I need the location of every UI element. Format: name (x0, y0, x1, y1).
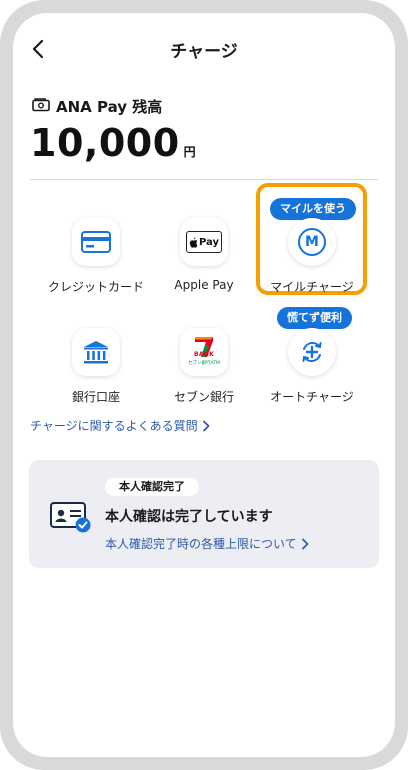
balance-label-row: ANA Pay 残高 (32, 96, 162, 117)
wallet-icon (32, 97, 50, 116)
identity-verification-card: 本人確認完了 本人確認は完了しています 本人確認完了時の各種上限について (29, 460, 379, 568)
balance-row: 10,000 円 (30, 121, 196, 165)
auto-charge-label: オートチャージ (270, 390, 354, 404)
faq-link[interactable]: チャージに関するよくある質問 (30, 417, 210, 434)
verification-title: 本人確認は完了しています (105, 509, 273, 525)
mile-charge-option[interactable]: M マイルチャージ (257, 218, 367, 295)
credit-card-label: クレジットカード (47, 280, 144, 294)
app-screen: チャージ ANA Pay 残高 10,000 円 クレジットカード Pay Ap… (13, 13, 395, 757)
balance-amount: 10,000 (30, 121, 180, 165)
page-title: チャージ (170, 42, 238, 62)
auto-charge-option[interactable]: オートチャージ (257, 328, 367, 405)
seven-bank-logo-icon: BANK セブン銀行ATM (180, 328, 228, 376)
auto-charge-icon (288, 328, 336, 376)
apple-pay-icon-text: Pay (198, 236, 220, 248)
seven-bank-option[interactable]: BANK セブン銀行ATM セブン銀行 (149, 328, 259, 405)
apple-pay-label: Apple Pay (174, 278, 234, 292)
credit-card-icon (72, 218, 120, 266)
mile-charge-label: マイルチャージ (270, 280, 354, 294)
mile-m-icon: M (288, 218, 336, 266)
faq-link-label: チャージに関するよくある質問 (30, 419, 198, 433)
mile-charge-badge: マイルを使う (270, 198, 356, 225)
phone-frame: チャージ ANA Pay 残高 10,000 円 クレジットカード Pay Ap… (0, 0, 408, 770)
chevron-right-icon (301, 538, 309, 549)
credit-card-option[interactable]: クレジットカード (41, 218, 151, 295)
bank-account-option[interactable]: 銀行口座 (41, 328, 151, 405)
divider (30, 179, 378, 180)
auto-charge-badge: 慌てず便利 (277, 307, 352, 334)
balance-label: ANA Pay 残高 (56, 98, 163, 116)
balance-unit: 円 (183, 145, 196, 159)
bank-account-label: 銀行口座 (71, 390, 120, 404)
bank-icon (72, 328, 120, 376)
apple-pay-icon: Pay (180, 218, 228, 266)
verification-limits-link[interactable]: 本人確認完了時の各種上限について (105, 535, 309, 552)
seven-bank-label: セブン銀行 (173, 390, 234, 404)
apple-logo-icon (189, 237, 198, 248)
apple-pay-option[interactable]: Pay Apple Pay (149, 218, 259, 292)
verification-badge: 本人確認完了 (105, 478, 199, 496)
id-card-check-icon (49, 500, 93, 538)
chevron-right-icon (202, 420, 210, 431)
verification-limits-link-label: 本人確認完了時の各種上限について (105, 537, 297, 551)
